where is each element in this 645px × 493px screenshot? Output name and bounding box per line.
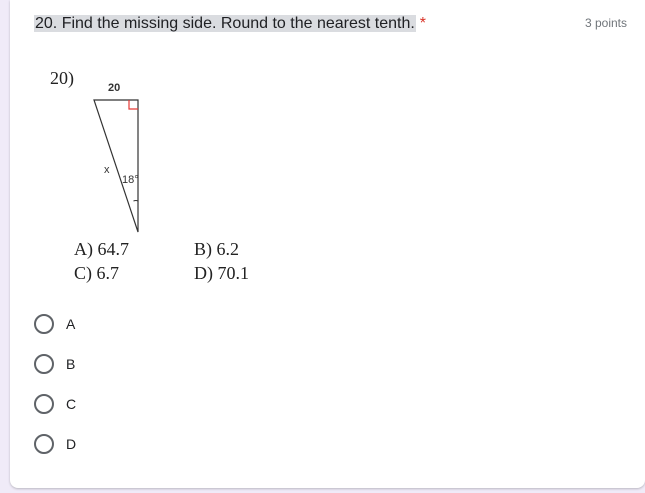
option-label: D — [66, 436, 77, 452]
choice-c-text: C) 6.7 — [74, 263, 119, 283]
question-image: 20) 20 x 18° A) 64.7 B) 6.2 C) 6.7 D) 70… — [48, 62, 308, 302]
problem-number: 20) — [50, 68, 74, 88]
question-title: 20. Find the missing side. Round to the … — [34, 15, 416, 32]
angle-label: 18° — [122, 174, 139, 186]
choice-a-text: A) 64.7 — [74, 239, 129, 259]
question-card: 20. Find the missing side. Round to the … — [10, 0, 645, 488]
triangle-diagram — [93, 99, 139, 233]
unknown-side-label: x — [104, 164, 110, 176]
points-label: 3 points — [584, 16, 627, 30]
choice-d-text: D) 70.1 — [194, 263, 249, 283]
options-list: A B C D — [34, 305, 234, 465]
option-a[interactable]: A — [34, 305, 234, 345]
radio-button[interactable] — [34, 354, 54, 374]
option-d[interactable]: D — [34, 425, 234, 465]
radio-button[interactable] — [34, 394, 54, 414]
radio-button[interactable] — [34, 434, 54, 454]
option-b[interactable]: B — [34, 345, 234, 385]
radio-button[interactable] — [34, 314, 54, 334]
question-header: 20. Find the missing side. Round to the … — [34, 10, 627, 38]
top-side-label: 20 — [108, 82, 121, 94]
choice-b-text: B) 6.2 — [194, 239, 239, 259]
required-marker: * — [419, 15, 427, 32]
right-angle-marker — [128, 100, 138, 110]
triangle-shape — [93, 99, 139, 233]
question-title-wrap: 20. Find the missing side. Round to the … — [34, 12, 426, 36]
option-label: C — [66, 396, 77, 412]
option-c[interactable]: C — [34, 385, 234, 425]
angle-arc — [133, 200, 139, 202]
option-label: A — [66, 316, 76, 332]
option-label: B — [66, 356, 76, 372]
